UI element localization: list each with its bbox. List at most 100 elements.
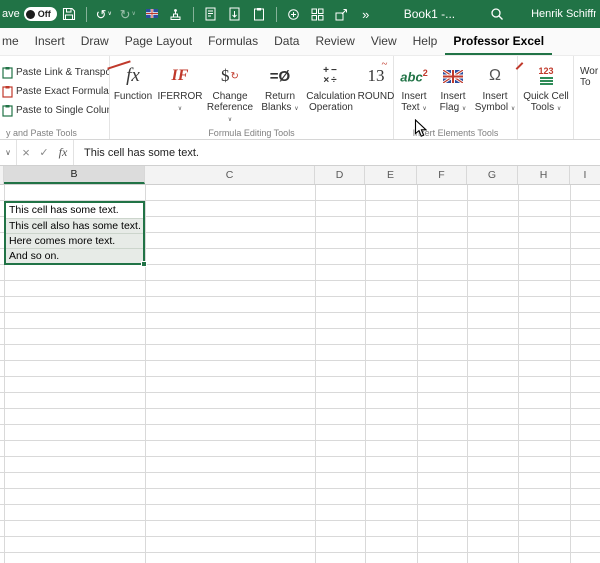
cell[interactable]: Here comes more text. <box>6 233 143 248</box>
excel-window: ave Off ↺ ∨ ↻ ∨ » Book1 -... Henrik Schi… <box>0 0 600 563</box>
iferror-button[interactable]: IF IFERROR ∨ <box>107 56 204 139</box>
iferror-icon: IF <box>107 60 188 91</box>
insert-symbol-icon: Ω <box>489 61 524 91</box>
autosave-dot-icon <box>25 9 35 19</box>
round-icon: 13 ~ <box>367 58 388 85</box>
document-import-icon[interactable] <box>225 4 245 24</box>
return-blanks-button[interactable]: =Ø Return Blanks ∨ <box>256 56 304 139</box>
tab-page-layout[interactable]: Page Layout <box>117 28 200 55</box>
column-header-c[interactable]: C <box>145 166 315 184</box>
autosave-pill: Off <box>23 7 57 21</box>
link-icon[interactable] <box>284 4 304 24</box>
paste-item-label: Paste to Single Column <box>16 105 109 116</box>
gridline <box>467 185 468 563</box>
gridline <box>365 185 366 563</box>
group-paste-tools: Paste Link & Transpose Paste Exact Formu… <box>0 56 110 139</box>
cell[interactable]: And so on. <box>6 248 143 263</box>
group-formula-editing-tools: fx Function IF IFERROR ∨ $ ↻ Change Refer… <box>107 56 395 139</box>
tab-professor-excel[interactable]: Professor Excel <box>445 28 553 55</box>
round-button[interactable]: 13 ~ ROUND <box>357 56 395 139</box>
chevron-down-icon: ∨ <box>227 117 233 123</box>
move-grid-icon[interactable] <box>332 4 352 24</box>
partial-label-line1: Wor <box>580 66 599 77</box>
insert-flag-button[interactable]: Insert Flag ∨ <box>434 56 472 139</box>
search-icon[interactable] <box>487 4 507 24</box>
selected-range[interactable]: This cell has some text. This cell also … <box>4 201 147 267</box>
calculation-operation-button[interactable]: +− ×÷ Calculation Operation <box>304 56 358 139</box>
name-box-dropdown-icon[interactable]: ∨ <box>0 148 16 157</box>
column-header-h[interactable]: H <box>518 166 570 184</box>
cell[interactable]: This cell also has some text. <box>6 218 143 233</box>
tab-review[interactable]: Review <box>307 28 362 55</box>
stamp-icon[interactable] <box>166 4 186 24</box>
tab-data[interactable]: Data <box>266 28 307 55</box>
button-label: Return Blanks <box>261 91 295 113</box>
button-label: ROUND <box>357 91 395 102</box>
button-label: Change Reference <box>206 91 254 113</box>
column-header-b[interactable]: B <box>4 166 145 184</box>
change-reference-icon: $ ↻ <box>221 66 239 85</box>
layout-grid-icon[interactable] <box>308 4 328 24</box>
column-header-e[interactable]: E <box>365 166 417 184</box>
column-header-i[interactable]: I <box>570 166 600 184</box>
redo-icon[interactable]: ↻ ∨ <box>118 4 138 24</box>
calculation-icon: +− ×÷ <box>323 65 339 86</box>
titlebar: ave Off ↺ ∨ ↻ ∨ » Book1 -... Henrik Schi… <box>0 0 600 28</box>
quick-cell-tools-button[interactable]: 123 Quick Cell Tools ∨ <box>518 56 574 139</box>
active-cell[interactable]: This cell has some text. <box>6 203 143 218</box>
overflow-glyph: » <box>362 6 370 22</box>
tab-home-partial[interactable]: me <box>0 28 27 55</box>
group-workbook-tools-partial[interactable]: Wor To <box>574 56 600 139</box>
chevron-down-icon: ∨ <box>107 11 112 17</box>
button-label: IFERROR <box>157 91 203 102</box>
tab-formulas[interactable]: Formulas <box>200 28 266 55</box>
group-quick-cell-tools: 123 Quick Cell Tools ∨ <box>518 56 574 139</box>
tab-view[interactable]: View <box>363 28 405 55</box>
function-button[interactable]: fx Function <box>110 56 156 139</box>
titlebar-separator <box>85 6 87 22</box>
sheet-grid[interactable]: This cell has some text. This cell also … <box>0 185 600 563</box>
fill-handle[interactable] <box>141 261 147 267</box>
chevron-down-icon: ∨ <box>461 106 467 112</box>
column-header-g[interactable]: G <box>467 166 518 184</box>
undo-glyph: ↺ <box>95 6 107 22</box>
paste-link-transpose-button[interactable]: Paste Link & Transpose <box>0 63 109 82</box>
enter-check-icon[interactable]: ✓ <box>35 146 53 159</box>
paste-single-column-button[interactable]: Paste to Single Column <box>0 101 109 120</box>
workbook-title[interactable]: Book1 -... <box>404 7 455 21</box>
uk-flag-icon <box>443 61 463 91</box>
tab-help[interactable]: Help <box>405 28 446 55</box>
change-reference-button[interactable]: $ ↻ Change Reference ∨ <box>204 56 256 139</box>
gridline <box>417 185 418 563</box>
clipboard-icon[interactable] <box>249 4 269 24</box>
button-label: Function <box>113 91 153 102</box>
formula-bar-value[interactable]: This cell has some text. <box>84 147 199 159</box>
group-label-paste-tools: y and Paste Tools <box>6 128 77 138</box>
redo-glyph: ↻ <box>119 6 131 22</box>
column-header-d[interactable]: D <box>315 166 365 184</box>
chevron-down-icon: ∨ <box>131 11 136 17</box>
tab-insert[interactable]: Insert <box>27 28 73 55</box>
user-account[interactable]: Henrik Schiffner <box>531 8 596 20</box>
column-headers: B C D E F G H I <box>0 166 600 185</box>
group-label-insert-elements: Insert Elements Tools <box>412 128 499 138</box>
insert-symbol-button[interactable]: Ω Insert Symbol ∨ <box>472 56 524 139</box>
column-header-f[interactable]: F <box>417 166 467 184</box>
undo-icon[interactable]: ↺ ∨ <box>94 4 114 24</box>
paste-icon <box>2 86 13 98</box>
document-export-icon[interactable] <box>201 4 221 24</box>
more-commands-icon[interactable]: » <box>356 4 376 24</box>
chevron-down-icon: ∨ <box>422 106 427 112</box>
save-icon[interactable] <box>59 4 79 24</box>
paste-exact-formula-button[interactable]: Paste Exact Formula <box>0 82 109 101</box>
gridline <box>570 185 571 563</box>
chevron-down-icon: ∨ <box>510 106 516 112</box>
tab-draw[interactable]: Draw <box>73 28 117 55</box>
insert-function-icon[interactable]: fx <box>53 145 73 160</box>
paste-item-label: Paste Link & Transpose <box>16 67 109 78</box>
fx-icon: fx <box>126 65 140 86</box>
autosave-toggle[interactable]: ave Off <box>2 7 57 21</box>
group-label-formula-editing: Formula Editing Tools <box>208 128 295 138</box>
flag-icon[interactable] <box>142 4 162 24</box>
cancel-icon[interactable]: × <box>17 145 35 160</box>
